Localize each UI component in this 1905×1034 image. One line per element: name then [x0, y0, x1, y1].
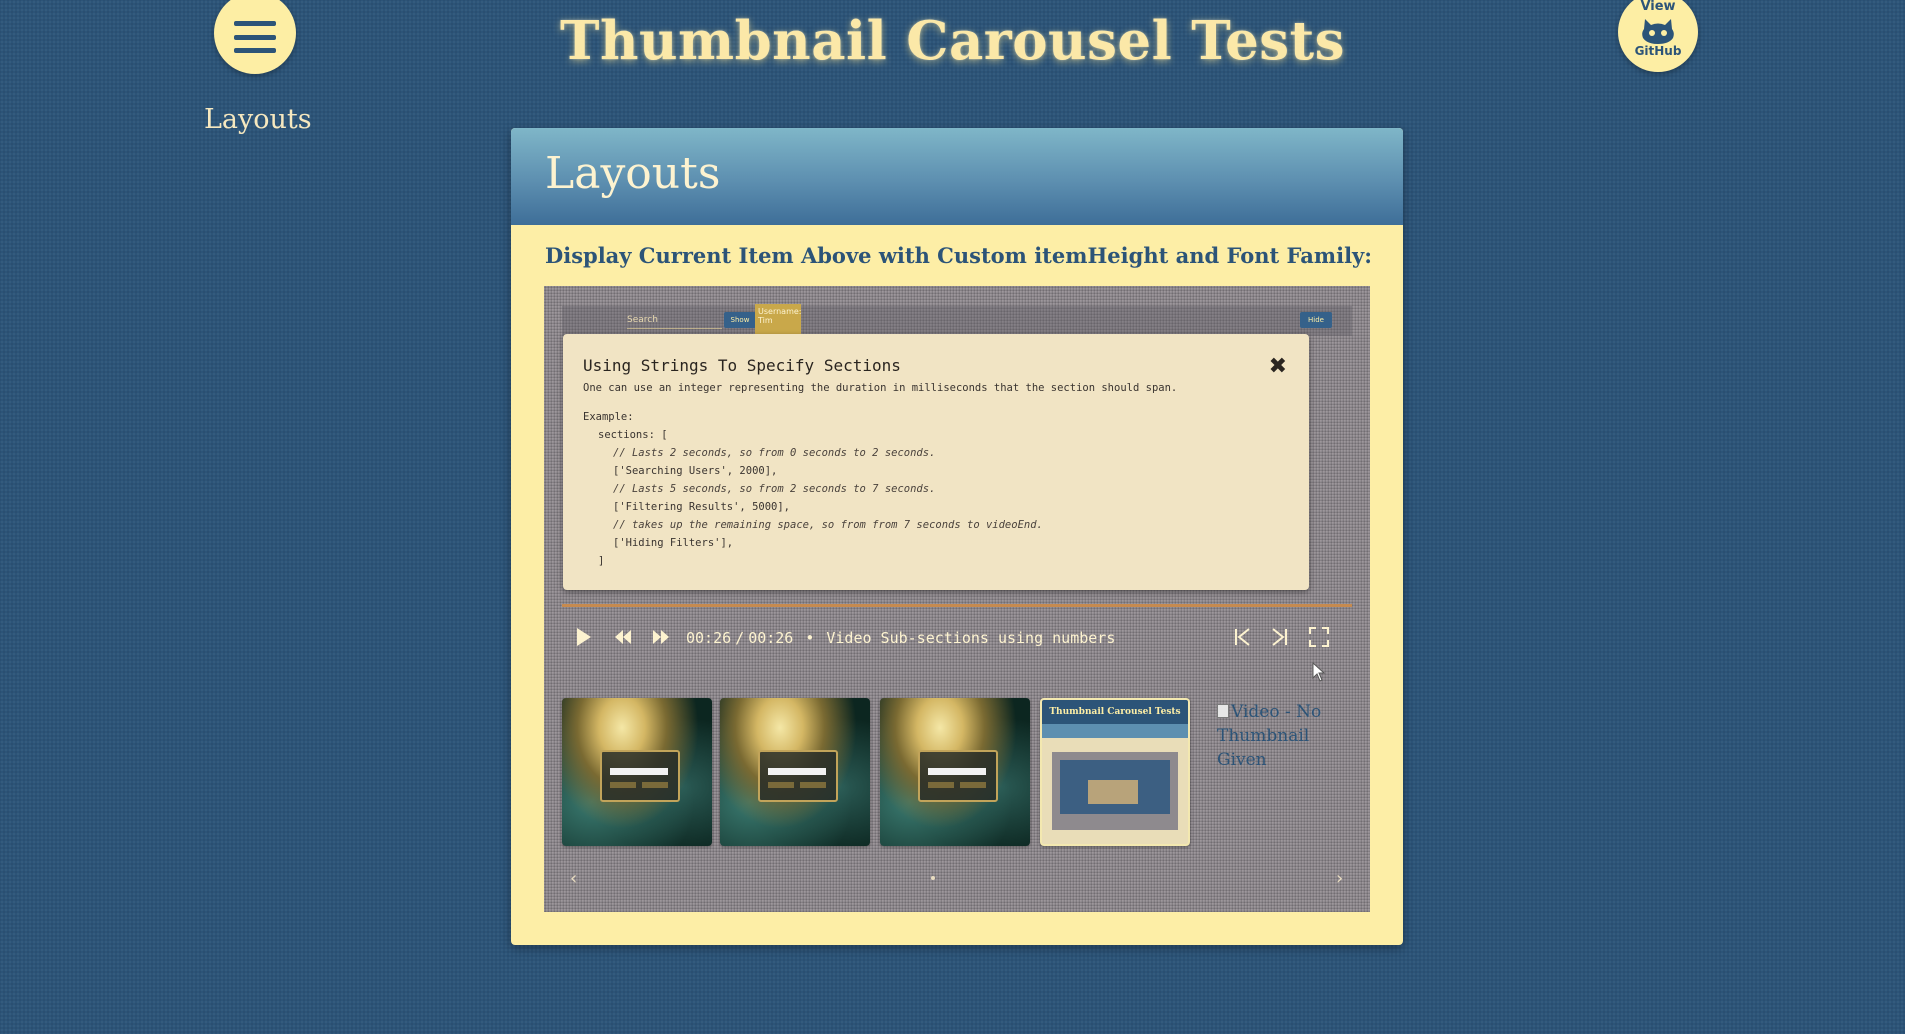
preview-show-button: Show: [724, 312, 756, 328]
code-comment: // Lasts 2 seconds, so from 0 seconds to…: [613, 447, 936, 459]
modal-code-example: Example: sections: [ // Lasts 2 seconds,…: [583, 408, 1043, 570]
broken-image-icon: [1217, 704, 1229, 718]
panel-header: Layouts: [511, 128, 1403, 225]
thumbnail-carousel: Search Show Username: Tim Hide Using Str…: [544, 286, 1370, 912]
play-icon[interactable]: [574, 625, 594, 649]
github-badge-top-text: View: [1640, 0, 1676, 14]
video-title: Video Sub-sections using numbers: [826, 629, 1116, 647]
code-line: ['Hiding Filters'],: [613, 537, 734, 549]
modal-title: Using Strings To Specify Sections: [583, 356, 901, 375]
preview-user-card: Username: Tim: [755, 304, 801, 336]
video-progress-fill: [562, 604, 1352, 607]
panel-title: Layouts: [545, 148, 721, 199]
sidebar-link-layouts[interactable]: Layouts: [204, 104, 312, 135]
video-preview-strip: Search Show Username: Tim Hide: [562, 304, 1352, 336]
video-progress-bar[interactable]: [562, 604, 1352, 607]
thumbnail-strip: Thumbnail Carousel Tests Video - No Thum…: [562, 698, 1352, 848]
rewind-icon[interactable]: [612, 625, 634, 649]
thumbnail-item-missing[interactable]: Video - No Thumbnail Given: [1217, 700, 1357, 772]
section-heading: Display Current Item Above with Custom i…: [545, 243, 1373, 268]
next-section-icon[interactable]: [1270, 625, 1290, 649]
broken-thumbnail-alt-text: Video - No Thumbnail Given: [1217, 702, 1322, 770]
thumbnail-item-current[interactable]: Thumbnail Carousel Tests: [1040, 698, 1190, 846]
code-line: ['Searching Users', 2000],: [613, 465, 778, 477]
time-separator: /: [735, 629, 745, 647]
preview-search-field: Search: [627, 312, 722, 329]
carousel-next-icon[interactable]: ›: [1336, 868, 1343, 889]
carousel-page-dot[interactable]: [931, 876, 935, 880]
time-display: 00:26/00:26 • Video Sub-sections using num…: [686, 629, 1115, 647]
modal-description: One can use an integer representing the …: [583, 382, 1178, 394]
code-comment: // Lasts 5 seconds, so from 2 seconds to…: [613, 483, 936, 495]
github-badge-bottom-text: GitHub: [1634, 44, 1682, 58]
thumbnail-item[interactable]: [720, 698, 870, 846]
fullscreen-icon[interactable]: [1308, 625, 1330, 649]
title-bullet: •: [805, 629, 815, 647]
mouse-cursor-icon: [1312, 662, 1326, 682]
preview-hide-button: Hide: [1300, 312, 1332, 328]
previous-section-icon[interactable]: [1232, 625, 1252, 649]
layouts-panel: Layouts Display Current Item Above with …: [511, 128, 1403, 945]
code-line: ]: [598, 555, 605, 567]
thumbnail-page-title: Thumbnail Carousel Tests: [1042, 700, 1188, 724]
current-time: 00:26: [686, 629, 732, 647]
fast-forward-icon[interactable]: [650, 625, 672, 649]
video-duration: 00:26: [748, 629, 794, 647]
code-line: Example:: [583, 411, 634, 423]
code-line: sections: [: [598, 429, 668, 441]
video-controls: 00:26/00:26 • Video Sub-sections using num…: [562, 622, 1352, 652]
thumbnail-item[interactable]: [880, 698, 1030, 846]
code-comment: // takes up the remaining space, so from…: [613, 519, 1043, 531]
code-line: ['Filtering Results', 5000],: [613, 501, 791, 513]
thumbnail-item[interactable]: [562, 698, 712, 846]
carousel-prev-icon[interactable]: ‹: [570, 868, 577, 889]
video-info-modal: Using Strings To Specify Sections ✖ One …: [563, 334, 1309, 590]
github-octocat-icon: [1642, 19, 1674, 44]
close-icon[interactable]: ✖: [1269, 356, 1287, 378]
